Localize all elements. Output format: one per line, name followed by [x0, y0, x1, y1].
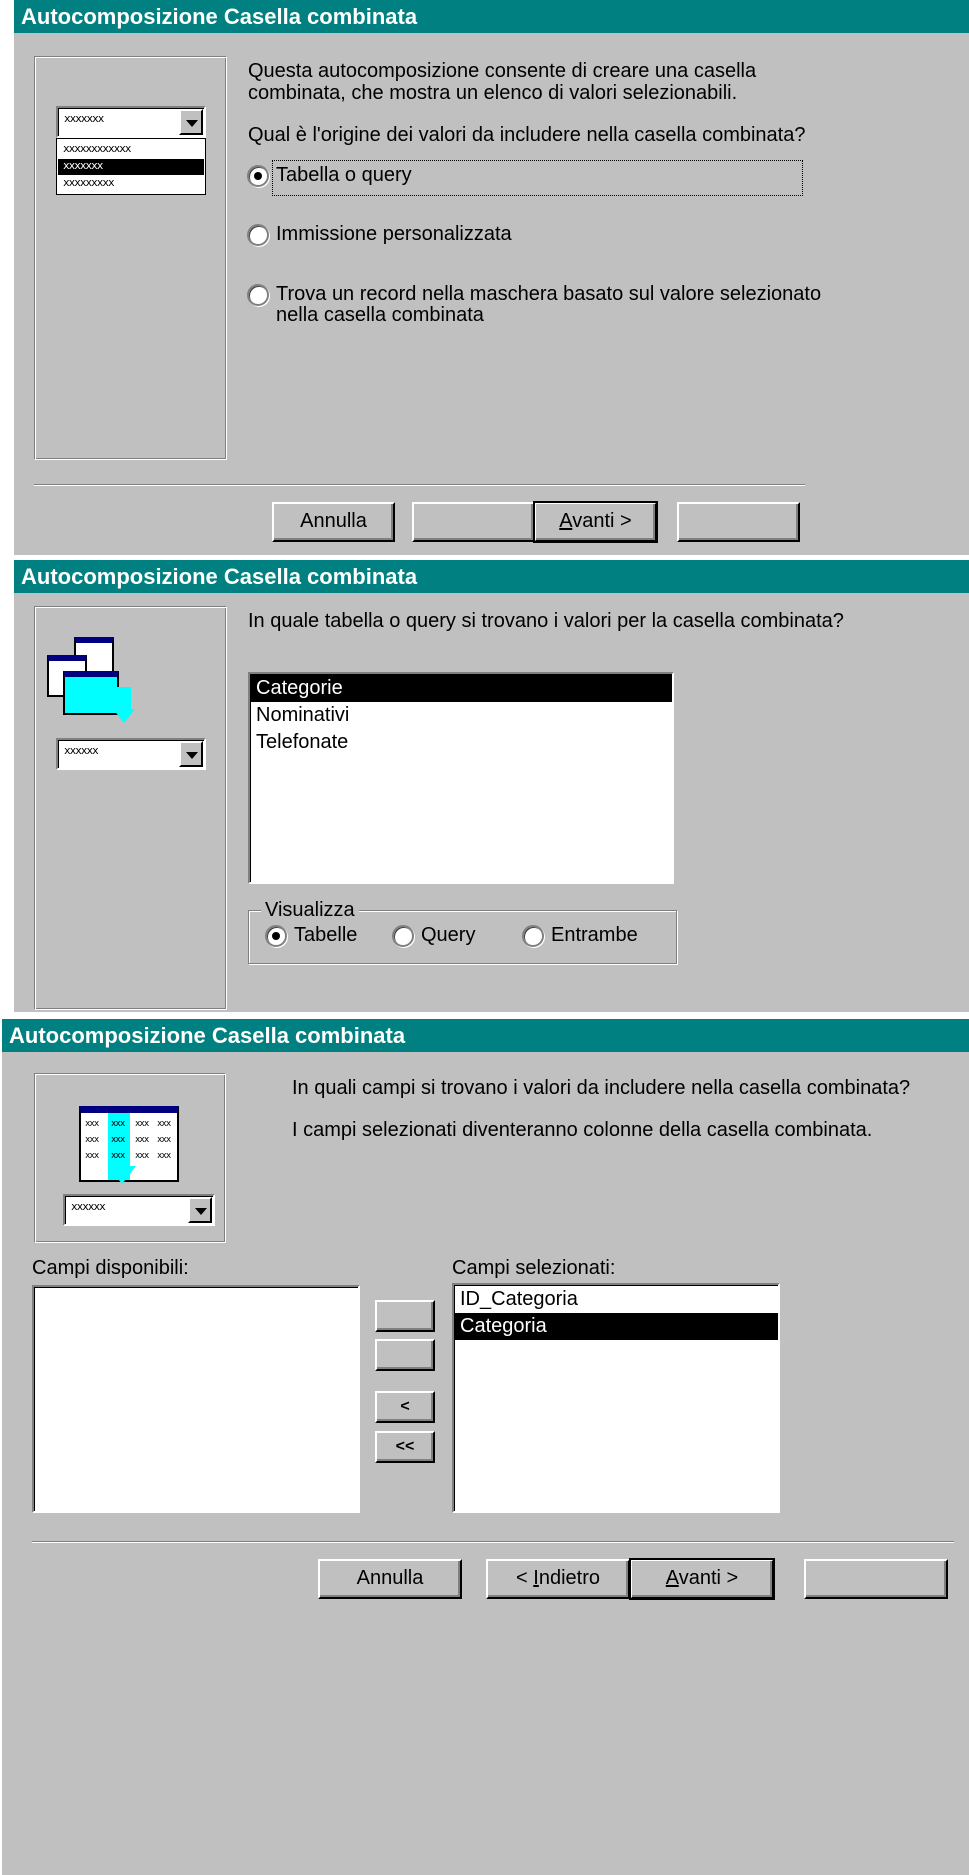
dialog-title-bar: Autocomposizione Casella combinata — [2, 1019, 969, 1052]
option-find-record-radio[interactable] — [247, 284, 269, 306]
illustration-combo-box: xxxxxxx — [56, 106, 206, 138]
illustration-grid-cell: xxx — [157, 1135, 171, 1145]
selected-fields-list[interactable]: ID_Categoria Categoria — [452, 1283, 780, 1513]
illustration-grid-cell: xxx — [111, 1119, 125, 1129]
next-label: vanti > — [572, 510, 632, 532]
illustration-grid-cell: xxx — [85, 1135, 99, 1145]
illustration-combo-box: xxxxxx — [63, 1194, 215, 1226]
illustration-panel: xxxxxx — [34, 606, 227, 1010]
next-label: vanti > — [678, 1567, 739, 1589]
option-table-query-radio[interactable] — [247, 165, 269, 187]
question-text: In quale tabella o query si trovano i va… — [248, 610, 844, 632]
illustration-grid-cell: xxx — [135, 1135, 149, 1145]
illustration-combo-text: xxxxxxx — [64, 112, 104, 125]
illustration-grid-cell: xxx — [85, 1119, 99, 1129]
view-both-radio[interactable] — [522, 925, 544, 947]
cancel-button[interactable]: Annulla — [272, 502, 395, 542]
add-field-button[interactable] — [375, 1300, 435, 1332]
table-list[interactable]: Categorie Nominativi Telefonate — [248, 672, 674, 884]
divider — [32, 1541, 954, 1543]
next-accel: A — [665, 1567, 679, 1589]
illustration-list-item: xxxxxxxxx — [63, 176, 115, 189]
illustration-combo-text: xxxxxx — [64, 744, 99, 757]
add-all-fields-button[interactable] — [375, 1339, 435, 1371]
view-queries-radio[interactable] — [392, 925, 414, 947]
arrow-down-icon — [108, 1166, 136, 1184]
back-label: ndietro — [538, 1567, 600, 1589]
chevron-down-icon — [179, 109, 203, 135]
chevron-down-icon — [179, 741, 203, 767]
option-find-record-label-line2[interactable]: nella casella combinata — [276, 302, 484, 329]
remove-field-button[interactable]: < — [375, 1391, 435, 1423]
illustration-grid-cell: xxx — [85, 1151, 99, 1161]
focus-rectangle — [272, 160, 803, 196]
list-item[interactable]: ID_Categoria — [454, 1286, 778, 1313]
view-both-label[interactable]: Entrambe — [551, 922, 638, 949]
wizard-dialog-step2: Autocomposizione Casella combinata xxxxx… — [14, 560, 969, 1012]
remove-all-fields-button[interactable]: << — [375, 1431, 435, 1463]
dialog-title-bar: Autocomposizione Casella combinata — [14, 560, 969, 593]
finish-button[interactable] — [804, 1559, 948, 1599]
option-custom-entry-radio[interactable] — [247, 224, 269, 246]
illustration-panel: xxxxxxx xxxxxxxxxxxx xxxxxxx xxxxxxxxx — [34, 56, 227, 460]
radio-dot-icon — [254, 172, 262, 180]
intro-text-line2: combinata, che mostra un elenco di valor… — [248, 82, 738, 104]
question-text: Qual è l'origine dei valori da includere… — [248, 124, 806, 146]
illustration-dropdown-list: xxxxxxxxxxxx xxxxxxx xxxxxxxxx — [56, 138, 206, 195]
cancel-button[interactable]: Annulla — [318, 1559, 462, 1599]
next-button[interactable]: Avanti > — [629, 1558, 775, 1600]
finish-button[interactable] — [677, 502, 800, 542]
illustration-grid-cell: xxx — [111, 1135, 125, 1145]
illustration-grid-cell: xxx — [157, 1151, 171, 1161]
question-text: In quali campi si trovano i valori da in… — [292, 1077, 911, 1099]
chevron-down-icon — [188, 1197, 212, 1223]
next-button[interactable]: Avanti > — [533, 501, 658, 543]
illustration-panel: xxx xxx xxx xxx xxx xxx xxx xxx xxx xxx … — [34, 1073, 226, 1243]
note-text: I campi selezionati diventeranno colonne… — [292, 1119, 873, 1141]
back-button[interactable] — [412, 502, 535, 542]
list-item[interactable]: Telefonate — [250, 729, 672, 756]
radio-dot-icon — [272, 932, 280, 940]
available-fields-list[interactable] — [32, 1285, 360, 1513]
illustration-grid-cell: xxx — [157, 1119, 171, 1129]
back-button[interactable]: < Indietro — [486, 1559, 630, 1599]
illustration-grid-cell: xxx — [135, 1151, 149, 1161]
available-fields-label: Campi disponibili: — [32, 1257, 189, 1279]
illustration-grid-cell: xxx — [135, 1119, 149, 1129]
wizard-dialog-step3: Autocomposizione Casella combinata xxx x… — [0, 1019, 969, 1875]
illustration-grid-cell: xxx — [111, 1151, 125, 1161]
illustration-combo-box: xxxxxx — [56, 738, 206, 770]
selected-fields-label: Campi selezionati: — [452, 1257, 616, 1279]
view-groupbox-label: Visualizza — [261, 899, 359, 921]
illustration-list-item: xxxxxxxxxxxx — [63, 142, 131, 155]
divider — [34, 484, 805, 486]
list-item[interactable]: Categoria — [454, 1313, 778, 1340]
back-prefix: < — [516, 1567, 534, 1589]
option-custom-entry-label[interactable]: Immissione personalizzata — [276, 221, 512, 248]
view-tables-label[interactable]: Tabelle — [294, 922, 357, 949]
wizard-dialog-step1: Autocomposizione Casella combinata xxxxx… — [14, 0, 969, 555]
illustration-list-item: xxxxxxx — [63, 159, 103, 172]
list-item[interactable]: Categorie — [250, 675, 672, 702]
view-tables-radio[interactable] — [265, 925, 287, 947]
next-accel: A — [559, 510, 573, 532]
list-item[interactable]: Nominativi — [250, 702, 672, 729]
view-queries-label[interactable]: Query — [421, 922, 475, 949]
dialog-title-bar: Autocomposizione Casella combinata — [14, 0, 969, 33]
illustration-combo-text: xxxxxx — [71, 1200, 106, 1213]
